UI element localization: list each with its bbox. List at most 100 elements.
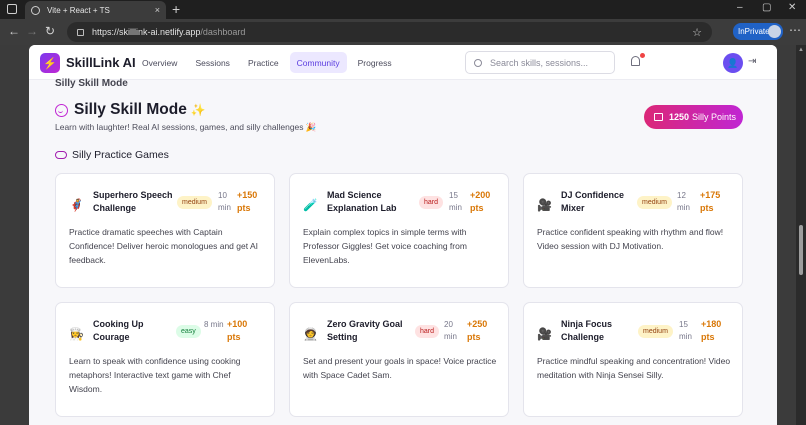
game-description: Practice mindful speaking and concentrat…: [537, 356, 731, 380]
favorite-star-icon[interactable]: ☆: [692, 26, 702, 39]
game-card[interactable]: 🎥 DJ Confidence Mixer medium 12 min +175…: [523, 173, 743, 288]
new-tab-button[interactable]: +: [172, 1, 180, 17]
back-button[interactable]: ←: [8, 24, 20, 38]
app-container: ⚡ SkillLink AI Overview Sessions Practic…: [29, 45, 777, 425]
scrollbar-thumb[interactable]: [799, 225, 803, 275]
profile-avatar-icon: [768, 25, 781, 38]
game-description: Set and present your goals in space! Voi…: [303, 356, 497, 380]
game-description: Practice dramatic speeches with Captain …: [69, 227, 259, 265]
games-heading: Silly Practice Games: [55, 149, 169, 161]
game-card[interactable]: 🧪 Mad Science Explanation Lab hard 15 mi…: [289, 173, 509, 288]
tab-actions-icon[interactable]: [7, 4, 17, 14]
brand-name[interactable]: SkillLink AI: [66, 55, 136, 70]
game-title: Zero Gravity Goal Setting: [327, 319, 403, 342]
search-icon: [474, 58, 482, 67]
video-camera-icon: 🎥: [537, 198, 552, 212]
search-placeholder: Search skills, sessions...: [490, 57, 589, 68]
game-duration: 10 min: [218, 191, 231, 212]
sparkles-icon: ✨: [190, 103, 206, 117]
close-window-button[interactable]: ✕: [788, 2, 796, 13]
game-description: Practice confident speaking with rhythm …: [537, 227, 724, 251]
game-description: Explain complex topics in simple terms w…: [303, 227, 467, 265]
page-scrollbar[interactable]: ▲: [796, 45, 806, 425]
game-points: +175 pts: [700, 190, 721, 213]
more-menu-icon[interactable]: ⋯: [789, 23, 801, 37]
inprivate-label: InPrivate: [738, 27, 770, 36]
gamepad-icon: [55, 151, 67, 159]
game-points: +200 pts: [470, 190, 491, 213]
minimize-button[interactable]: –: [737, 2, 743, 13]
game-duration: 15 min: [679, 320, 692, 341]
tab-close-icon[interactable]: ×: [155, 5, 160, 15]
nav-overview[interactable]: Overview: [135, 52, 184, 73]
logout-icon[interactable]: ⇥: [748, 56, 756, 67]
difficulty-badge: hard: [419, 196, 444, 209]
nav-progress[interactable]: Progress: [351, 52, 399, 73]
game-title: Ninja Focus Challenge: [561, 319, 613, 342]
difficulty-badge: medium: [177, 196, 212, 209]
game-title: Cooking Up Courage: [93, 319, 144, 342]
smile-face-icon: [55, 103, 68, 117]
game-duration: 12 min: [677, 191, 690, 212]
points-label: Silly Points: [692, 112, 737, 122]
url-path: /dashboard: [200, 27, 246, 37]
inprivate-badge[interactable]: InPrivate: [733, 23, 783, 40]
superhero-icon: 🦸: [69, 198, 84, 212]
test-tube-icon: 🧪: [303, 198, 318, 212]
top-navbar: ⚡ SkillLink AI Overview Sessions Practic…: [29, 45, 777, 80]
browser-tab[interactable]: Vite + React + TS ×: [25, 1, 166, 19]
game-title: Superhero Speech Challenge: [93, 190, 173, 213]
maximize-button[interactable]: ▢: [762, 2, 771, 13]
nav-practice[interactable]: Practice: [241, 52, 286, 73]
game-card[interactable]: 🎥 Ninja Focus Challenge medium 15 min +1…: [523, 302, 743, 417]
notification-dot: [640, 53, 645, 58]
game-points: +180 pts: [701, 319, 722, 342]
video-camera-icon: 🎥: [537, 327, 552, 341]
game-points: +100 pts: [227, 319, 248, 342]
difficulty-badge: medium: [638, 325, 673, 338]
silly-mode-title-text: Silly Skill Mode: [74, 101, 187, 118]
game-duration: 15 min: [449, 191, 462, 212]
tab-title: Vite + React + TS: [47, 5, 110, 15]
game-points: +250 pts: [467, 319, 488, 342]
scroll-up-arrow-icon[interactable]: ▲: [798, 47, 804, 53]
difficulty-badge: hard: [415, 325, 440, 338]
game-title: Mad Science Explanation Lab: [327, 190, 397, 213]
game-card[interactable]: 👩‍🍳 Cooking Up Courage easy 8 min +100 p…: [55, 302, 275, 417]
search-input[interactable]: Search skills, sessions...: [465, 51, 615, 74]
game-card[interactable]: 🧑‍🚀 Zero Gravity Goal Setting hard 20 mi…: [289, 302, 509, 417]
notification-bell-icon[interactable]: [629, 53, 645, 69]
difficulty-badge: easy: [176, 325, 201, 338]
user-icon: 👤: [727, 57, 739, 68]
globe-icon: [31, 5, 40, 15]
forward-button[interactable]: →: [26, 24, 38, 38]
address-bar-row: ← → ↻ https://skilllink-ai.netlify.app/d…: [0, 19, 806, 45]
section-heading-partial: Silly Skill Mode: [55, 78, 128, 89]
nav-sessions[interactable]: Sessions: [188, 52, 237, 73]
browser-tab-bar: Vite + React + TS × + – ▢ ✕: [0, 0, 806, 19]
logo-bolt-icon[interactable]: ⚡: [40, 53, 60, 73]
url-field[interactable]: https://skilllink-ai.netlify.app/dashboa…: [67, 22, 712, 42]
game-duration: 8 min: [204, 320, 224, 329]
silly-points-badge[interactable]: 1250 Silly Points: [644, 105, 743, 129]
game-description: Learn to speak with confidence using coo…: [69, 356, 241, 394]
page-viewport: ⚡ SkillLink AI Overview Sessions Practic…: [0, 45, 806, 425]
nav-community[interactable]: Community: [289, 52, 347, 73]
chef-icon: 👩‍🍳: [69, 327, 84, 341]
lock-icon: [77, 28, 84, 36]
game-title: DJ Confidence Mixer: [561, 190, 625, 213]
url-host: https://skilllink-ai.netlify.app: [92, 27, 201, 37]
game-card[interactable]: 🦸 Superhero Speech Challenge medium 10 m…: [55, 173, 275, 288]
refresh-button[interactable]: ↻: [45, 24, 55, 38]
silly-mode-subtitle: Learn with laughter! Real AI sessions, g…: [55, 122, 317, 132]
user-avatar[interactable]: 👤: [723, 53, 743, 73]
astronaut-icon: 🧑‍🚀: [303, 327, 318, 341]
game-duration: 20 min: [444, 320, 457, 341]
games-heading-text: Silly Practice Games: [72, 149, 169, 161]
points-value: 1250: [669, 112, 690, 122]
game-points: +150 pts: [237, 190, 258, 213]
silly-mode-title: Silly Skill Mode ✨: [55, 101, 206, 119]
gift-icon: [654, 113, 663, 121]
nav-links: Overview Sessions Practice Community Pro…: [135, 52, 399, 73]
difficulty-badge: medium: [637, 196, 672, 209]
